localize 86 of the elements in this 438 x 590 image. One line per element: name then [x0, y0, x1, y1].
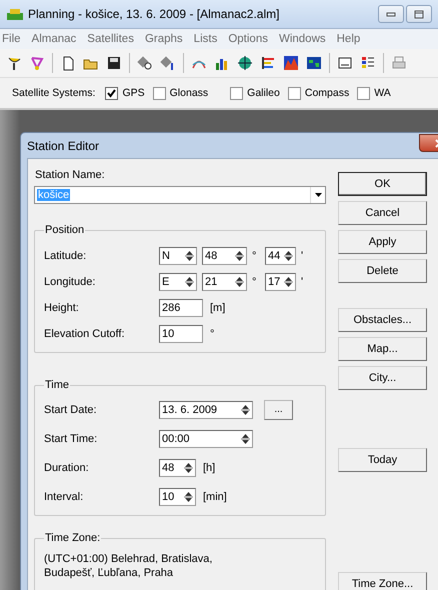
dialog-button[interactable]: Cancel [338, 201, 427, 225]
dialog-button[interactable]: City... [338, 366, 427, 390]
crosshair-icon [237, 55, 253, 71]
maximize-icon [414, 10, 424, 18]
legend-icon [360, 55, 376, 71]
spin-arrows-icon[interactable] [185, 276, 194, 288]
spin-field[interactable]: 17 [265, 272, 296, 290]
dialog-button[interactable]: Time Zone... [338, 572, 427, 590]
group-title: Position [44, 224, 86, 236]
menu-item[interactable]: Help [336, 33, 360, 45]
field-label: Duration: [44, 462, 90, 474]
spin-arrows-icon[interactable] [241, 404, 250, 416]
checkbox[interactable]: Galileo [230, 86, 280, 100]
unit-label: ' [301, 276, 304, 288]
spin-field[interactable]: N [159, 246, 197, 264]
unit-label: ' [301, 250, 304, 262]
unit-label: ° [252, 250, 258, 262]
date-picker-button[interactable]: ... [264, 400, 293, 420]
antenna-icon [6, 55, 22, 71]
field-label: Start Time: [44, 432, 98, 444]
field-label: Height: [44, 302, 80, 314]
window-title: Planning - košice, 13. 6. 2009 - [Almanac2.alm] [28, 7, 280, 21]
dialog-button[interactable]: Today [338, 448, 427, 472]
spin-arrows-icon[interactable] [185, 250, 194, 262]
spin-field[interactable]: E [159, 272, 197, 290]
spin-arrows-icon[interactable] [184, 490, 193, 502]
menu-item[interactable]: Windows [278, 33, 326, 45]
dialog-button[interactable]: Obstacles... [338, 308, 427, 332]
check-icon [107, 88, 116, 98]
field-label: Elevation Cutoff: [44, 328, 126, 340]
minimize-icon [386, 10, 396, 18]
input-field[interactable]: 286 [159, 298, 203, 316]
checkbox[interactable]: Glonass [152, 86, 208, 100]
menu-item[interactable]: Satellites [87, 33, 134, 45]
menu-item[interactable]: Lists [194, 33, 218, 45]
spin-arrows-icon[interactable] [184, 462, 193, 474]
window-icon [337, 55, 353, 71]
unit-label: ° [210, 328, 214, 340]
spin-field[interactable]: 44 [265, 246, 296, 264]
satellite-systems-label: Satellite Systems: [12, 87, 96, 99]
checkbox[interactable]: GPS [105, 86, 145, 100]
group-title: Time [44, 379, 70, 391]
area-chart-icon [283, 55, 299, 71]
dialog-button[interactable]: Delete [338, 259, 427, 283]
maximize-button[interactable] [406, 5, 432, 23]
spin-field[interactable]: 48 [159, 458, 196, 476]
dropdown-icon [314, 193, 322, 197]
field-label: Latitude: [44, 250, 88, 262]
app-icon [6, 7, 24, 21]
spin-field[interactable]: 00:00 [159, 430, 253, 448]
printer-icon [391, 55, 407, 71]
menu-item[interactable]: Options [228, 33, 268, 45]
network-icon [29, 55, 45, 71]
field-label: Interval: [44, 490, 84, 502]
unit-label: [h] [203, 462, 216, 474]
menu-item[interactable]: Almanac [32, 33, 76, 45]
spin-field[interactable]: 48 [202, 246, 247, 264]
spin-arrows-icon[interactable] [235, 250, 244, 262]
dialog-button[interactable]: OK [338, 172, 427, 196]
unit-label: [m] [210, 302, 226, 314]
spin-field[interactable]: 13. 6. 2009 [159, 400, 253, 418]
menu-item[interactable]: Graphs [144, 33, 183, 45]
spin-field[interactable]: 21 [202, 272, 247, 290]
dialog-button[interactable]: Map... [338, 337, 427, 361]
checkbox[interactable]: WA [357, 86, 391, 100]
field-label: Start Date: [44, 404, 98, 416]
map-icon [306, 55, 322, 71]
unit-label: [min] [203, 490, 227, 502]
time-zone-text: (UTC+01:00) Belehrad, Bratislava, Budapešť, Ľubľana, Praha [44, 552, 214, 580]
unit-label: ° [252, 276, 258, 288]
menu-item[interactable]: File [2, 33, 21, 45]
input-field[interactable]: 10 [159, 324, 203, 342]
dialog-button[interactable]: Apply [338, 230, 427, 254]
minimize-button[interactable] [378, 5, 404, 23]
checkbox[interactable]: Compass [288, 86, 350, 100]
spin-arrows-icon[interactable] [284, 276, 293, 288]
spin-arrows-icon[interactable] [235, 276, 244, 288]
spin-arrows-icon[interactable] [241, 432, 250, 444]
timeline-icon [260, 55, 276, 71]
spin-field[interactable]: 10 [159, 488, 196, 506]
dialog-title: Station Editor [27, 138, 100, 152]
field-label: Longitude: [44, 276, 96, 288]
field-label: Station Name: [35, 169, 106, 181]
save-icon [106, 55, 122, 71]
group-title: Time Zone: [44, 532, 102, 544]
spin-arrows-icon[interactable] [284, 250, 293, 262]
